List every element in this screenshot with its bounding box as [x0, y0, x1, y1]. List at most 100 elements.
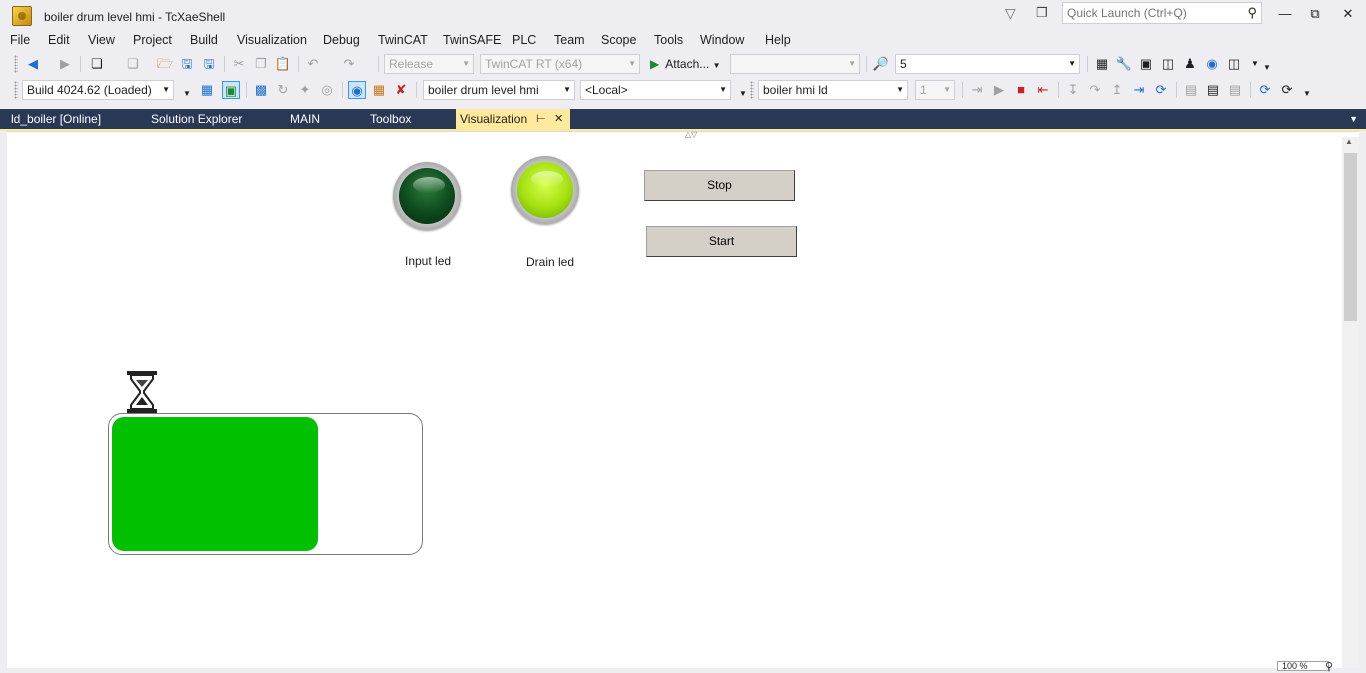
find-combo[interactable]: 5 ▼	[895, 54, 1080, 74]
visualization-canvas[interactable]: △▽ Input led Drain led Stop Start	[7, 131, 1359, 668]
unforce-values-icon[interactable]: ▤	[1226, 81, 1244, 99]
object-browser-icon[interactable]: ▣	[1137, 55, 1155, 73]
zoom-combo[interactable]: 100 %	[1277, 661, 1329, 671]
menu-edit[interactable]: Edit	[48, 33, 70, 47]
attach-target-combo[interactable]: ▼	[730, 54, 860, 74]
pin-icon[interactable]: ⊢	[536, 109, 546, 129]
quick-launch-box[interactable]: ⚲	[1062, 2, 1262, 24]
new-project-icon[interactable]: ❏	[88, 55, 106, 73]
menu-visualization[interactable]: Visualization	[237, 33, 307, 47]
menu-debug[interactable]: Debug	[323, 33, 360, 47]
refresh-icon[interactable]: ⟳	[1256, 81, 1274, 99]
menu-twinsafe[interactable]: TwinSAFE	[443, 33, 501, 47]
toolbar-grip[interactable]	[14, 81, 18, 99]
build-combo[interactable]: Build 4024.62 (Loaded) ▼	[22, 80, 174, 100]
close-button[interactable]: ✕	[1333, 4, 1363, 24]
activate-configuration-icon[interactable]: ▦	[198, 81, 216, 99]
paste-icon[interactable]: 📋	[274, 55, 292, 73]
menu-view[interactable]: View	[88, 33, 115, 47]
show-sub-items-icon[interactable]: ▦	[370, 81, 388, 99]
restart-twincat-icon[interactable]: ▣	[222, 81, 240, 99]
menu-scope[interactable]: Scope	[601, 33, 636, 47]
breakpoints-icon[interactable]: ⇥	[1130, 81, 1148, 99]
plc-project-combo[interactable]: boiler hmi ld ▼	[758, 80, 908, 100]
filter-icon[interactable]: ▽	[1005, 5, 1021, 21]
vertical-scrollbar[interactable]: ▲	[1342, 137, 1359, 668]
toolbar-overflow-icon[interactable]: ▼	[1258, 59, 1276, 77]
scan-icon[interactable]: ✦	[296, 81, 314, 99]
menu-team[interactable]: Team	[554, 33, 585, 47]
redo-icon[interactable]: ↷	[340, 55, 358, 73]
quick-launch-input[interactable]	[1063, 3, 1233, 23]
add-item-icon[interactable]: ❏	[124, 55, 142, 73]
tab-list-dropdown-icon[interactable]: ▼	[1349, 109, 1358, 129]
reload-devices-icon[interactable]: ↻	[274, 81, 292, 99]
menu-window[interactable]: Window	[700, 33, 744, 47]
forward-icon[interactable]: ▶	[56, 55, 74, 73]
instance-combo[interactable]: 1 ▼	[915, 80, 955, 100]
toolbar-grip[interactable]	[750, 81, 754, 99]
tab-ld-boiler[interactable]: ld_boiler [Online]	[7, 109, 105, 129]
stop-plc-icon[interactable]: ■	[1012, 81, 1030, 99]
hide-disabled-icon[interactable]: ✘	[392, 81, 410, 99]
login-icon[interactable]: ⇥	[968, 81, 986, 99]
feedback-icon[interactable]: ❐	[1036, 5, 1054, 21]
cut-icon[interactable]: ✂	[230, 55, 248, 73]
solution-explorer-icon[interactable]: ▦	[1093, 55, 1111, 73]
tab-solution-explorer[interactable]: Solution Explorer	[147, 109, 246, 129]
find-in-files-icon[interactable]: 🔎	[872, 55, 890, 73]
twincat-toolbar: Build 4024.62 (Loaded) ▼ ▼ ▦ ▣ ▩ ↻ ✦ ◎ ◉ …	[0, 77, 1366, 103]
toolbar-grip[interactable]	[14, 55, 18, 73]
solution-platform-combo[interactable]: TwinCAT RT (x64) ▼	[480, 54, 640, 74]
close-tab-icon[interactable]: ✕	[554, 109, 563, 129]
reload-icon[interactable]: ⟳	[1278, 81, 1296, 99]
properties-icon[interactable]: 🔧	[1115, 55, 1133, 73]
toggle-freerun-icon[interactable]: ◎	[318, 81, 336, 99]
minimize-button[interactable]: —	[1270, 4, 1300, 24]
splitter-icon[interactable]: △▽	[679, 131, 703, 139]
menu-plc[interactable]: PLC	[512, 33, 536, 47]
logout-icon[interactable]: ⇤	[1034, 81, 1052, 99]
step-out-icon[interactable]: ↥	[1108, 81, 1126, 99]
tab-toolbox[interactable]: Toolbox	[366, 109, 415, 129]
tab-visualization[interactable]: Visualization ⊢ ✕	[456, 109, 570, 129]
team-explorer-icon[interactable]: ♟	[1181, 55, 1199, 73]
menu-file[interactable]: File	[10, 33, 30, 47]
menu-project[interactable]: Project	[133, 33, 172, 47]
force-values-icon[interactable]: ▤	[1204, 81, 1222, 99]
solution-configuration-combo[interactable]: Release ▼	[384, 54, 474, 74]
attach-button[interactable]: ▶ Attach... ▼	[650, 55, 721, 75]
scrollbar-thumb[interactable]	[1344, 153, 1357, 321]
browser-icon[interactable]: ◉	[1203, 55, 1221, 73]
step-over-icon[interactable]: ↷	[1086, 81, 1104, 99]
menu-tools[interactable]: Tools	[654, 33, 683, 47]
toolbox-icon[interactable]: ◫	[1159, 55, 1177, 73]
save-icon[interactable]: 🖫	[178, 55, 196, 73]
copy-icon[interactable]: ❐	[252, 55, 270, 73]
start-button[interactable]: Start	[646, 226, 797, 257]
zoom-icon[interactable]: ⚲	[1325, 660, 1333, 673]
menu-build[interactable]: Build	[190, 33, 218, 47]
stop-button[interactable]: Stop	[644, 170, 795, 201]
open-folder-icon[interactable]: 🗁	[156, 55, 174, 73]
reset-icon[interactable]: ⟳	[1152, 81, 1170, 99]
toolbar-overflow-icon[interactable]: ▼	[1298, 85, 1316, 103]
menu-help[interactable]: Help	[765, 33, 791, 47]
search-icon[interactable]: ⚲	[1247, 5, 1257, 21]
target-system-combo[interactable]: <Local> ▼	[580, 80, 731, 100]
start-plc-icon[interactable]: ▶	[990, 81, 1008, 99]
show-online-icon[interactable]: ◉	[348, 81, 366, 99]
undo-icon[interactable]: ↶	[304, 55, 322, 73]
project-combo[interactable]: boiler drum level hmi ▼	[423, 80, 575, 100]
save-all-icon[interactable]: 🖫	[200, 55, 218, 73]
command-window-icon[interactable]: ◫	[1225, 55, 1243, 73]
menu-twincat[interactable]: TwinCAT	[378, 33, 428, 47]
scroll-up-icon[interactable]: ▲	[1345, 137, 1353, 146]
config-mode-icon[interactable]: ▩	[252, 81, 270, 99]
toolbar-overflow-icon[interactable]: ▼	[178, 85, 196, 103]
write-values-icon[interactable]: ▤	[1182, 81, 1200, 99]
back-icon[interactable]: ◀	[24, 55, 42, 73]
restore-button[interactable]: ⧉	[1300, 4, 1330, 24]
tab-main[interactable]: MAIN	[286, 109, 324, 129]
step-into-icon[interactable]: ↧	[1064, 81, 1082, 99]
